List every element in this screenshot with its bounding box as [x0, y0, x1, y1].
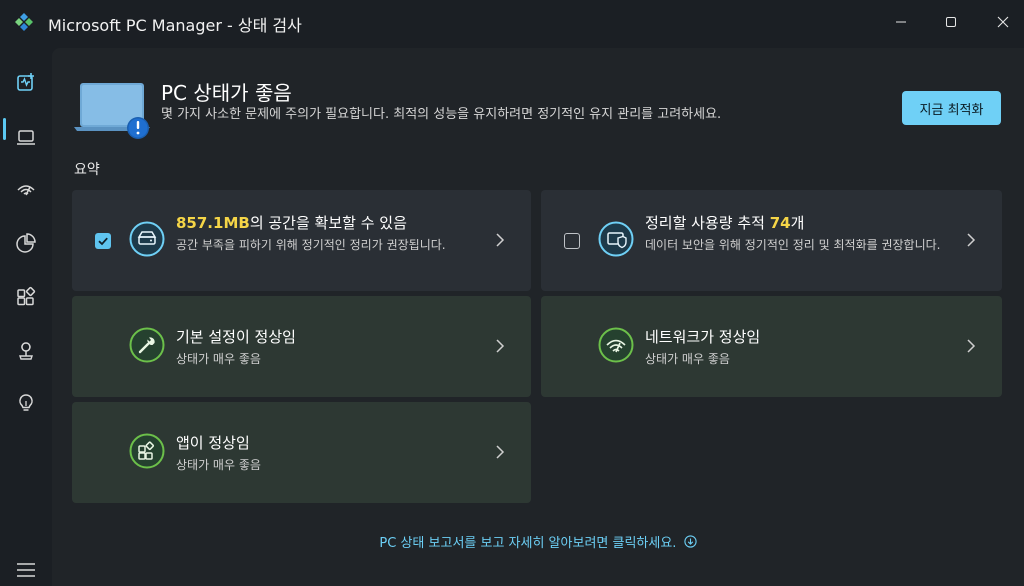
network-icon	[17, 185, 35, 196]
card-basic-settings[interactable]: 기본 설정이 정상임 상태가 매우 좋음	[72, 296, 531, 397]
apps-subtitle: 상태가 매우 좋음	[176, 458, 261, 472]
checkmark-icon	[98, 237, 108, 246]
chevron-right-icon	[496, 445, 505, 459]
chevron-right-icon	[967, 233, 976, 247]
main-content: PC 상태가 좋음 몇 가지 사소한 문제에 주의가 필요합니다. 최적의 성능…	[52, 48, 1024, 586]
sidebar-item-tips[interactable]	[12, 389, 40, 417]
plant-icon	[19, 342, 33, 360]
sidebar-item-device[interactable]	[12, 123, 40, 151]
laptop-icon	[17, 130, 35, 145]
card-apps[interactable]: 앱이 정상임 상태가 매우 좋음	[72, 402, 531, 503]
maximize-button[interactable]	[928, 0, 974, 44]
hamburger-menu-icon	[17, 563, 35, 577]
basic-settings-title: 기본 설정이 정상임	[176, 328, 296, 346]
free-space-amount: 857.1MB	[176, 214, 250, 232]
arrow-down-circle-icon	[683, 535, 697, 548]
minimize-icon	[896, 21, 906, 23]
storage-icon	[129, 221, 165, 257]
close-button[interactable]	[980, 0, 1024, 44]
free-space-title-text: 의 공간을 확보할 수 있음	[249, 214, 407, 232]
apps-icon	[129, 433, 165, 469]
card-usage-traces[interactable]: 정리할 사용량 추적 74개 데이터 보안을 위해 정기적인 정리 및 최적화를…	[541, 190, 1002, 291]
network-subtitle: 상태가 매우 좋음	[645, 352, 730, 366]
chevron-right-icon	[967, 339, 976, 353]
health-report-link-text: PC 상태 보고서를 보고 자세히 알아보려면 클릭하세요.	[379, 536, 677, 551]
sidebar-item-storage[interactable]	[12, 229, 40, 257]
card-network[interactable]: 네트워크가 정상임 상태가 매우 좋음	[541, 296, 1002, 397]
minimize-button[interactable]	[878, 0, 924, 44]
maximize-icon	[946, 17, 956, 27]
sidebar-item-health-check[interactable]	[12, 68, 40, 96]
usage-traces-title-suffix: 개	[790, 214, 805, 232]
usage-traces-title-prefix: 정리할 사용량 추적	[645, 214, 770, 232]
summary-label: 요약	[74, 162, 100, 178]
card-free-space[interactable]: 857.1MB의 공간을 확보할 수 있음 공간 부족을 피하기 위해 정기적인…	[72, 190, 531, 291]
free-space-checkbox[interactable]	[95, 233, 111, 249]
health-check-icon	[17, 73, 34, 91]
sidebar-item-apps[interactable]	[12, 283, 40, 311]
wifi-icon	[598, 327, 634, 363]
privacy-shield-icon	[598, 221, 634, 257]
hero-description: 몇 가지 사소한 문제에 주의가 필요합니다. 최적의 성능을 유지하려면 정기…	[161, 107, 722, 122]
chevron-right-icon	[496, 339, 505, 353]
network-title: 네트워크가 정상임	[645, 328, 761, 346]
pc-status-illustration-icon	[74, 83, 150, 139]
optimize-now-button[interactable]: 지금 최적화	[902, 91, 1001, 125]
sidebar-item-network[interactable]	[12, 174, 40, 202]
wrench-icon	[129, 327, 165, 363]
usage-traces-checkbox[interactable]	[564, 233, 580, 249]
sidebar-item-startup[interactable]	[12, 336, 40, 364]
pie-chart-icon	[16, 233, 36, 253]
pc-manager-logo-icon	[15, 13, 33, 31]
usage-traces-subtitle: 데이터 보안을 위해 정기적인 정리 및 최적화를 권장합니다.	[645, 238, 941, 252]
lightbulb-icon	[19, 394, 33, 411]
title-bar: Microsoft PC Manager - 상태 검사	[0, 0, 1024, 44]
sidebar	[0, 48, 52, 586]
close-icon	[997, 16, 1009, 28]
health-report-link[interactable]: PC 상태 보고서를 보고 자세히 알아보려면 클릭하세요.	[52, 532, 1024, 551]
basic-settings-subtitle: 상태가 매우 좋음	[176, 352, 261, 366]
free-space-title: 857.1MB의 공간을 확보할 수 있음	[176, 212, 407, 233]
apps-title: 앱이 정상임	[176, 434, 250, 452]
usage-traces-count: 74	[769, 214, 791, 232]
usage-traces-title: 정리할 사용량 추적 74개	[645, 212, 804, 233]
free-space-subtitle: 공간 부족을 피하기 위해 정기적인 정리가 권장됩니다.	[176, 238, 446, 252]
chevron-right-icon	[496, 233, 505, 247]
active-indicator	[3, 118, 6, 140]
apps-icon	[17, 286, 36, 306]
menu-button[interactable]	[12, 556, 40, 584]
hero-title: PC 상태가 좋음	[161, 81, 292, 105]
window-title: Microsoft PC Manager - 상태 검사	[48, 16, 302, 35]
